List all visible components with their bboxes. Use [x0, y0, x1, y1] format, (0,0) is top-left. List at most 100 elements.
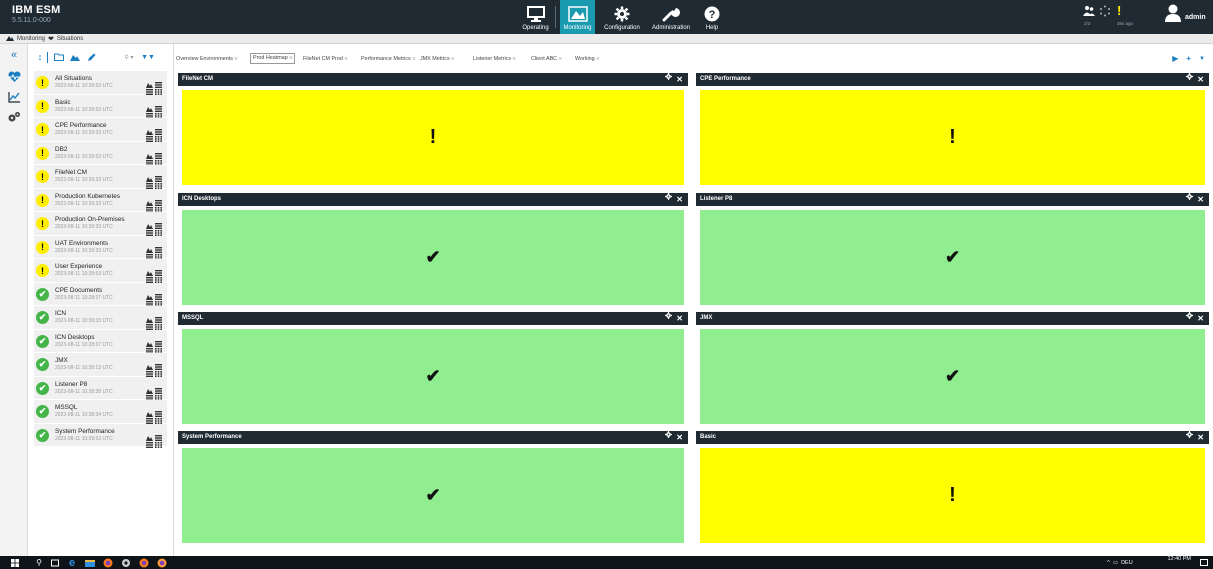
tab-menu-icon[interactable]: ≡	[412, 56, 415, 62]
edge-browser-icon[interactable]: e	[66, 557, 78, 569]
trend-chart-icon[interactable]	[6, 90, 22, 104]
tab-menu-icon[interactable]: ≡	[451, 56, 454, 62]
heatmap-tile[interactable]: ICN Desktops ✕ ✔	[178, 193, 688, 307]
gear-icon[interactable]	[1186, 73, 1194, 86]
situation-row[interactable]: ✔ JMX 2023-08-11 10:39:13 UTC	[34, 353, 167, 377]
gear-icon[interactable]	[1186, 312, 1194, 325]
heatmap-tile[interactable]: Listener P8 ✕ ✔	[696, 193, 1209, 307]
situation-row[interactable]: ✔ Listener P8 2023-08-11 10:28:38 UTC	[34, 376, 167, 401]
tab-working[interactable]: Working ≡	[575, 54, 599, 64]
ok-status-area[interactable]: ✔	[700, 329, 1205, 424]
heart-pulse-icon[interactable]	[6, 70, 22, 84]
situation-row[interactable]: ! All Situations 2023-08-11 10:39:53 UTC	[34, 71, 167, 95]
nav-help[interactable]: ? Help	[700, 0, 724, 34]
situation-row[interactable]: ✔ MSSQL 2023-08-11 10:38:34 UTC	[34, 400, 167, 424]
nav-administration[interactable]: Administration	[648, 0, 694, 34]
ok-status-area[interactable]: ✔	[182, 448, 684, 543]
tab-menu-icon[interactable]: ≡	[596, 56, 599, 62]
table-view-icon[interactable]	[146, 435, 153, 453]
tray-chevron-icon[interactable]: ^	[1107, 560, 1110, 566]
gear-icon[interactable]	[665, 73, 673, 86]
windows-start-icon[interactable]	[10, 557, 20, 568]
tab-performance-metrics[interactable]: Performance Metrics ≡	[361, 54, 415, 64]
system-clock[interactable]: 12:40 PM	[1167, 556, 1191, 562]
tab-jmx-metrics[interactable]: JMX Metrics ≡	[420, 54, 454, 64]
tab-menu-icon[interactable]: ≡	[513, 56, 516, 62]
edit-icon[interactable]	[86, 50, 96, 64]
close-icon[interactable]: ✕	[676, 73, 683, 86]
notifications-icon[interactable]	[1199, 557, 1209, 568]
settings-gears-icon[interactable]	[6, 110, 22, 124]
system-tray[interactable]: ^ ▭ DEU	[1100, 557, 1140, 568]
firefox-icon-2[interactable]	[138, 557, 150, 568]
firefox-icon[interactable]	[102, 557, 114, 568]
heatmap-tile[interactable]: System Performance ✕ ✔	[178, 431, 688, 545]
tab-menu-icon[interactable]: ≡	[344, 56, 347, 62]
nav-operating[interactable]: Operating	[519, 0, 552, 34]
task-view-icon[interactable]	[50, 557, 60, 568]
taskbar-search-icon[interactable]: ⚲	[34, 557, 44, 568]
situation-row[interactable]: ✔ System Performance 2023-08-11 10:39:53 U…	[34, 423, 167, 448]
tab-listener-metrics[interactable]: Listener Metrics ≡	[473, 54, 516, 64]
collapse-icon[interactable]: «	[6, 48, 22, 62]
warning-status-area[interactable]: !	[700, 90, 1205, 185]
situation-row[interactable]: ! FileNet CM 2023-08-11 10:39:33 UTC	[34, 165, 167, 189]
filter-icon[interactable]: ▼▼	[140, 50, 156, 64]
close-icon[interactable]: ✕	[676, 431, 683, 444]
heatmap-tile[interactable]: FileNet CM ✕!	[178, 73, 688, 187]
alert-icon[interactable]: !	[1117, 3, 1121, 18]
ok-status-area[interactable]: ✔	[700, 210, 1205, 305]
nav-monitoring[interactable]: Monitoring	[560, 0, 595, 34]
gear-icon[interactable]	[665, 431, 673, 444]
users-icon[interactable]	[1083, 4, 1095, 22]
search-icon[interactable]: ⚲ ▾	[121, 50, 137, 64]
add-tab-icon[interactable]: +	[1186, 54, 1191, 63]
firefox-icon-3[interactable]	[156, 557, 168, 568]
situation-row[interactable]: ! UAT Environments 2023-08-11 10:39:33 UTC	[34, 235, 167, 260]
ok-status-area[interactable]: ✔	[182, 329, 684, 424]
situation-row[interactable]: ! CPE Performance 2023-08-11 10:39:33 UTC	[34, 118, 167, 142]
close-icon[interactable]: ✕	[1197, 193, 1204, 206]
heatmap-tile[interactable]: Basic ✕!	[696, 431, 1209, 545]
close-icon[interactable]: ✕	[676, 312, 683, 325]
tab-menu-icon[interactable]: ≡	[559, 56, 562, 62]
sort-icon[interactable]: ↕	[36, 50, 44, 64]
nav-configuration[interactable]: Configuration	[601, 0, 643, 34]
grid-view-icon[interactable]	[155, 435, 162, 453]
tab-overview-environments[interactable]: Overview Environments ≡	[176, 54, 238, 64]
gear-icon[interactable]	[665, 193, 673, 206]
situation-row[interactable]: ! Production Kubernetes 2023-08-11 10:39:3…	[34, 188, 167, 213]
close-icon[interactable]: ✕	[676, 193, 683, 206]
file-explorer-icon[interactable]	[84, 557, 96, 568]
ok-status-area[interactable]: ✔	[182, 210, 684, 305]
situation-row[interactable]: ! Production On-Premises 2023-08-11 10:39:…	[34, 212, 167, 236]
folder-icon[interactable]	[53, 50, 64, 64]
tab-menu-icon[interactable]: ≡	[234, 56, 237, 62]
situation-row[interactable]: ✔ ICN Desktops 2023-08-11 10:28:37 UTC	[34, 329, 167, 354]
situation-row[interactable]: ! User Experience 2023-08-11 10:39:53 UTC	[34, 259, 167, 283]
gear-icon[interactable]	[1186, 193, 1194, 206]
gear-icon[interactable]	[1186, 431, 1194, 444]
situation-row[interactable]: ✔ ICN 2023-08-11 10:39:33 UTC	[34, 306, 167, 330]
close-icon[interactable]: ✕	[1197, 431, 1204, 444]
heatmap-tile[interactable]: MSSQL ✕ ✔	[178, 312, 688, 426]
breadcrumb-section[interactable]: Monitoring	[17, 36, 45, 42]
gear-icon[interactable]	[665, 312, 673, 325]
tab-filenet-cm-prod[interactable]: FileNet CM Prod ≡	[303, 54, 348, 64]
chevron-down-icon[interactable]: ▼	[1199, 56, 1205, 62]
tab-client-abc[interactable]: Client ABC ≡	[531, 54, 562, 64]
network-icon[interactable]: ▭	[1113, 560, 1118, 566]
situation-row[interactable]: ! Basic 2023-08-11 10:39:53 UTC	[34, 94, 167, 119]
app-gear-icon[interactable]	[120, 557, 132, 568]
situation-row[interactable]: ✔ CPE Documents 2023-08-11 10:28:37 UTC	[34, 282, 167, 307]
situation-row[interactable]: ! DB2 2023-08-11 10:39:53 UTC	[34, 141, 167, 166]
tab-menu-icon[interactable]: ≡	[289, 55, 292, 61]
warning-status-area[interactable]: !	[182, 90, 684, 185]
heatmap-tile[interactable]: CPE Performance ✕!	[696, 73, 1209, 187]
play-icon[interactable]: ▶	[1172, 54, 1178, 63]
chart-add-icon[interactable]	[69, 50, 80, 64]
close-icon[interactable]: ✕	[1197, 73, 1204, 86]
heatmap-tile[interactable]: JMX ✕ ✔	[696, 312, 1209, 426]
warning-status-area[interactable]: !	[700, 448, 1205, 543]
tab-prod-heatmap[interactable]: Prod Heatmap ≡	[250, 53, 296, 64]
